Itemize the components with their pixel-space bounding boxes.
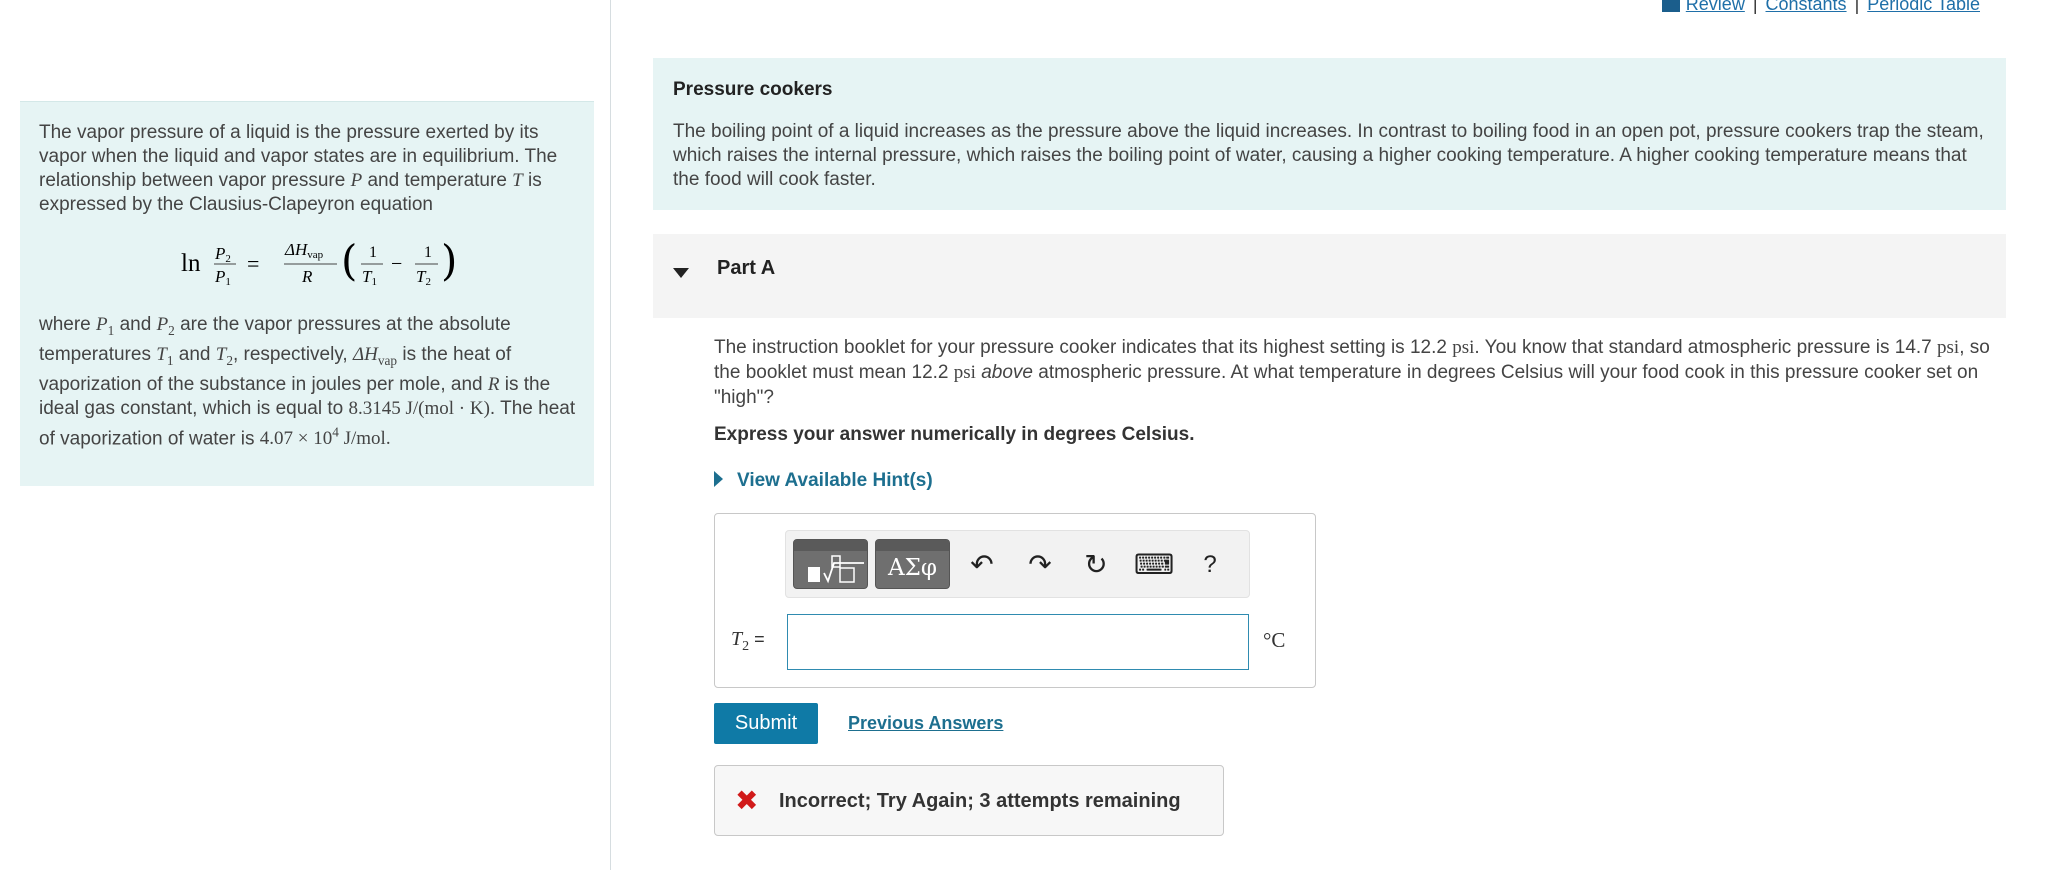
intro-box: Pressure cookers The boiling point of a … xyxy=(653,58,2006,210)
book-icon xyxy=(1661,0,1680,13)
incorrect-icon: ✖ xyxy=(735,785,759,816)
divider xyxy=(610,0,611,870)
svg-text:1: 1 xyxy=(424,244,432,261)
svg-text:): ) xyxy=(441,236,457,285)
part-header[interactable]: Part A xyxy=(653,234,2006,318)
help-icon[interactable]: ? xyxy=(1192,545,1228,585)
reset-icon[interactable]: ↻ xyxy=(1078,545,1114,585)
submit-button[interactable]: Submit xyxy=(714,703,818,744)
info-paragraph-1: The vapor pressure of a liquid is the pr… xyxy=(39,122,558,215)
templates-icon xyxy=(808,555,864,584)
info-paragraph-2: where P1 and P2 are the vapor pressures … xyxy=(39,314,576,449)
separator: | xyxy=(1752,0,1758,14)
equation-svg: ln P2 P1 = ΔHvap R ( 1 T1 − 1 T2 ) xyxy=(181,236,457,288)
previous-answers-link[interactable]: Previous Answers xyxy=(848,713,1003,734)
redo-icon[interactable]: ↷ xyxy=(1022,545,1058,585)
svg-text:ΔHvap: ΔHvap xyxy=(284,240,324,261)
top-links: Review | Constants | Periodic Table xyxy=(1661,0,1980,15)
answer-input[interactable] xyxy=(787,614,1249,670)
math-toolbar: ΑΣφ ↶ ↷ ↻ ⌨ ? xyxy=(785,530,1250,598)
view-hints-link[interactable]: View Available Hint(s) xyxy=(714,470,933,492)
part-label: Part A xyxy=(717,257,776,279)
svg-text:(: ( xyxy=(341,236,357,285)
svg-text:1: 1 xyxy=(369,244,377,261)
intro-body: The boiling point of a liquid increases … xyxy=(673,121,1984,190)
caret-down-icon[interactable] xyxy=(673,268,689,278)
greek-symbols-button[interactable]: ΑΣφ xyxy=(875,539,950,589)
svg-text:T1: T1 xyxy=(362,267,377,288)
constants-link[interactable]: Constants xyxy=(1766,0,1847,14)
feedback-box: ✖ Incorrect; Try Again; 3 attempts remai… xyxy=(714,765,1224,836)
answer-box: ΑΣφ ↶ ↷ ↻ ⌨ ? T2 = °C xyxy=(714,513,1316,688)
periodic-table-link[interactable]: Periodic Table xyxy=(1867,0,1980,14)
keyboard-icon[interactable]: ⌨ xyxy=(1134,545,1174,585)
svg-text:P1: P1 xyxy=(214,267,231,288)
svg-text:P2: P2 xyxy=(214,244,231,265)
svg-text:=: = xyxy=(247,251,259,276)
templates-button[interactable] xyxy=(793,539,868,589)
undo-icon[interactable]: ↶ xyxy=(964,545,1000,585)
intro-title: Pressure cookers xyxy=(673,79,833,100)
svg-text:R: R xyxy=(301,267,313,286)
question-text: The instruction booklet for your pressur… xyxy=(714,337,1990,408)
clausius-clapeyron-equation: ln P2 P1 = ΔHvap R ( 1 T1 − 1 T2 ) xyxy=(39,233,576,293)
answer-unit: °C xyxy=(1263,628,1286,652)
caret-right-icon xyxy=(714,471,723,487)
info-panel: The vapor pressure of a liquid is the pr… xyxy=(20,101,594,486)
answer-instruction: Express your answer numerically in degre… xyxy=(714,424,1195,445)
review-link[interactable]: Review xyxy=(1686,0,1745,14)
svg-text:−: − xyxy=(391,253,402,275)
separator: | xyxy=(1854,0,1860,14)
svg-text:T2: T2 xyxy=(416,267,431,288)
svg-text:ln: ln xyxy=(181,250,201,277)
feedback-text: Incorrect; Try Again; 3 attempts remaini… xyxy=(779,790,1181,812)
answer-variable-label: T2 = xyxy=(731,628,765,654)
